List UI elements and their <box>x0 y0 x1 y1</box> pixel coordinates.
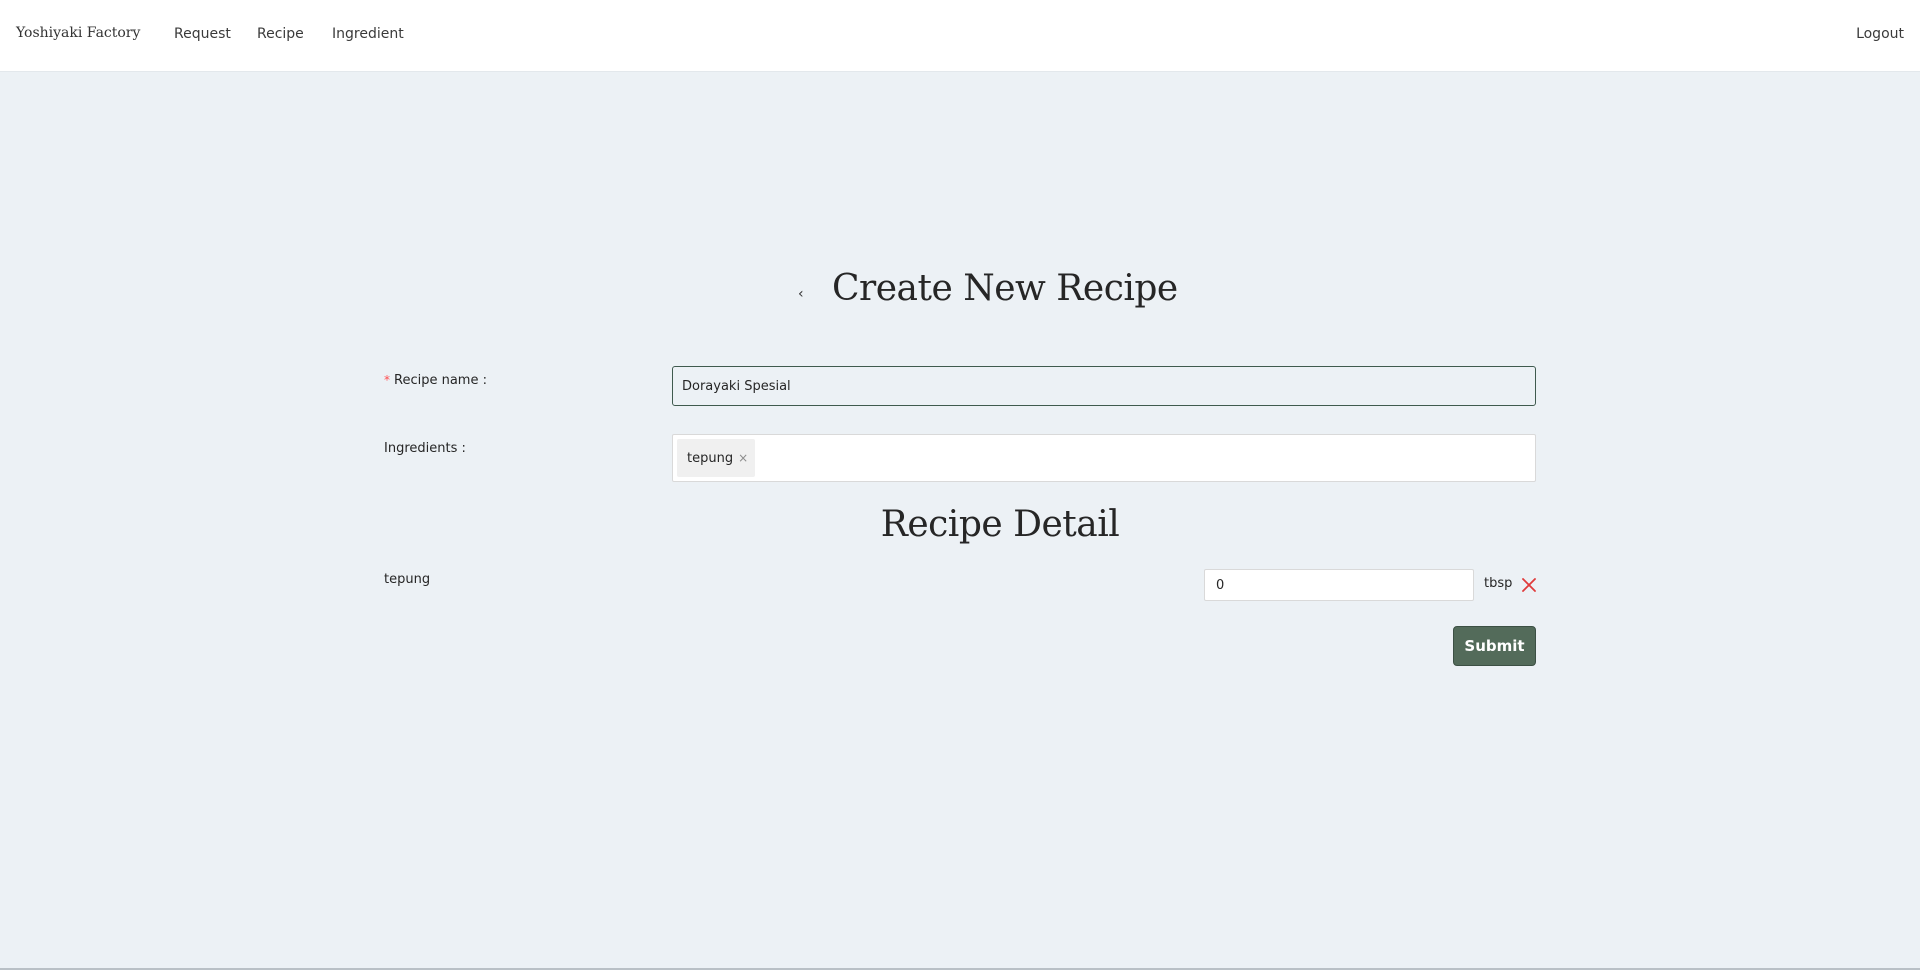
ingredients-label: Ingredients : <box>384 441 466 456</box>
tag-close-icon[interactable]: × <box>738 451 748 465</box>
recipe-name-label-text: Recipe name <box>394 373 479 388</box>
brand-logo[interactable]: Yoshiyaki Factory <box>16 25 140 41</box>
unit-label: tbsp <box>1484 576 1513 591</box>
ingredients-multiselect[interactable]: tepung × <box>672 434 1536 482</box>
label-colon: : <box>478 373 487 388</box>
required-asterisk: * <box>384 373 390 387</box>
nav-link-recipe[interactable]: Recipe <box>257 26 304 42</box>
logout-link[interactable]: Logout <box>1856 26 1904 42</box>
nav-link-request[interactable]: Request <box>174 26 231 42</box>
chevron-left-icon[interactable]: ‹ <box>798 286 804 302</box>
quantity-input[interactable] <box>1204 569 1474 601</box>
recipe-detail-title-text: Recipe Detail <box>880 504 1120 545</box>
ingredient-tag-label: tepung <box>687 450 734 466</box>
nav-link-ingredient[interactable]: Ingredient <box>332 26 404 42</box>
submit-button[interactable]: Submit <box>1453 626 1536 666</box>
remove-row-icon[interactable] <box>1520 576 1538 594</box>
recipe-name-input[interactable] <box>672 366 1536 406</box>
detail-ingredient-name: tepung <box>384 572 431 587</box>
recipe-name-label: * Recipe name : <box>384 373 487 388</box>
ingredient-tag: tepung × <box>677 439 756 477</box>
page-title: Create New Recipe <box>832 268 1178 309</box>
top-navbar: Yoshiyaki Factory Request Recipe Ingredi… <box>0 0 1920 72</box>
label-colon: : <box>457 441 466 456</box>
recipe-detail-title: Recipe Detail <box>0 504 1920 545</box>
page-heading: ‹ Create New Recipe <box>0 262 1920 322</box>
ingredients-label-text: Ingredients <box>384 441 458 456</box>
